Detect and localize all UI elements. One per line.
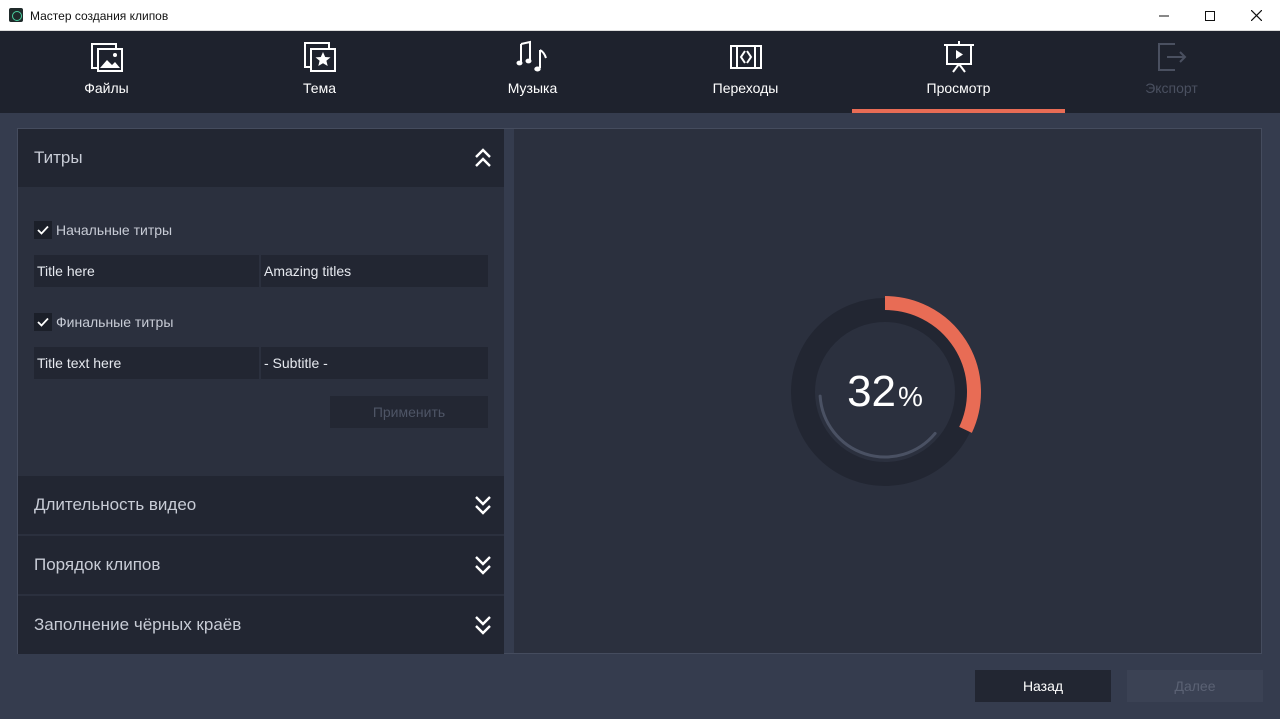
double-chevron-down-icon[interactable] (474, 555, 492, 575)
video-duration-section-title: Длительность видео (34, 495, 197, 514)
preview-area: 32 % (514, 129, 1261, 653)
minimize-icon (1159, 15, 1169, 16)
export-icon (1157, 43, 1186, 71)
theme-star-icon (303, 42, 336, 72)
tab-transitions[interactable]: Переходы (639, 31, 852, 113)
window-titlebar: Мастер создания клипов (0, 0, 1280, 31)
opening-titles-label: Начальные титры (56, 222, 173, 238)
checkmark-icon (37, 225, 49, 235)
closing-titles-checkbox[interactable] (34, 313, 52, 331)
tab-theme-label: Тема (303, 80, 336, 96)
closing-titles-label: Финальные титры (56, 314, 174, 330)
minimize-button[interactable] (1141, 0, 1187, 31)
clip-order-section-header[interactable]: Порядок клипов (18, 536, 504, 594)
opening-titles-checkbox[interactable] (34, 221, 52, 239)
tab-export[interactable]: Экспорт (1065, 31, 1278, 113)
next-button[interactable]: Далее (1127, 670, 1263, 702)
opening-titles-row: Начальные титры (34, 220, 172, 240)
apply-button[interactable]: Применить (330, 396, 488, 428)
closing-title-field[interactable]: Title text here (34, 347, 259, 379)
panel-divider (504, 129, 514, 653)
double-chevron-down-icon[interactable] (474, 495, 492, 515)
transitions-icon (729, 45, 762, 69)
tab-transitions-label: Переходы (712, 80, 779, 96)
back-button[interactable]: Назад (975, 670, 1111, 702)
app-logo-icon (9, 8, 23, 22)
tab-theme[interactable]: Тема (213, 31, 426, 113)
black-borders-section-title: Заполнение чёрных краёв (34, 615, 242, 634)
progress-unit: % (898, 381, 923, 412)
preview-presentation-icon (943, 41, 974, 73)
closing-titles-row: Финальные титры (34, 312, 173, 332)
tab-music-label: Музыка (507, 80, 558, 96)
tab-files[interactable]: Файлы (0, 31, 213, 113)
black-borders-section-header[interactable]: Заполнение чёрных краёв (18, 596, 504, 654)
progress-value: 32 (847, 367, 897, 416)
double-chevron-down-icon[interactable] (474, 615, 492, 635)
checkmark-icon (37, 317, 49, 327)
tab-preview-label: Просмотр (926, 80, 991, 96)
double-chevron-up-icon[interactable] (474, 148, 492, 168)
main-content-frame: Титры Начальные титры Title here Amazing… (17, 128, 1262, 654)
window-title: Мастер создания клипов (30, 9, 169, 23)
wizard-tabbar: Файлы Тема Музыка Переходы Просмотр Эксп… (0, 31, 1280, 113)
music-note-icon (516, 40, 547, 72)
tab-export-label: Экспорт (1145, 80, 1198, 96)
settings-panel: Титры Начальные титры Title here Amazing… (18, 129, 504, 654)
video-duration-section-header[interactable]: Длительность видео (18, 476, 504, 534)
opening-subtitle-field[interactable]: Amazing titles (261, 255, 488, 287)
tab-preview[interactable]: Просмотр (852, 31, 1065, 113)
files-icon (90, 43, 123, 72)
progress-readout: 32 % (788, 295, 982, 489)
close-button[interactable] (1233, 0, 1279, 31)
maximize-button[interactable] (1187, 0, 1233, 31)
opening-title-field[interactable]: Title here (34, 255, 259, 287)
maximize-icon (1205, 10, 1215, 21)
closing-subtitle-field[interactable]: - Subtitle - (261, 347, 488, 379)
clip-order-section-title: Порядок клипов (34, 555, 161, 574)
tab-files-label: Файлы (84, 80, 129, 96)
titles-section-header[interactable]: Титры (18, 129, 504, 187)
titles-section-body: Начальные титры Title here Amazing title… (18, 187, 504, 475)
close-icon (1250, 10, 1262, 21)
tab-music[interactable]: Музыка (426, 31, 639, 113)
titles-section-title: Титры (34, 148, 83, 167)
